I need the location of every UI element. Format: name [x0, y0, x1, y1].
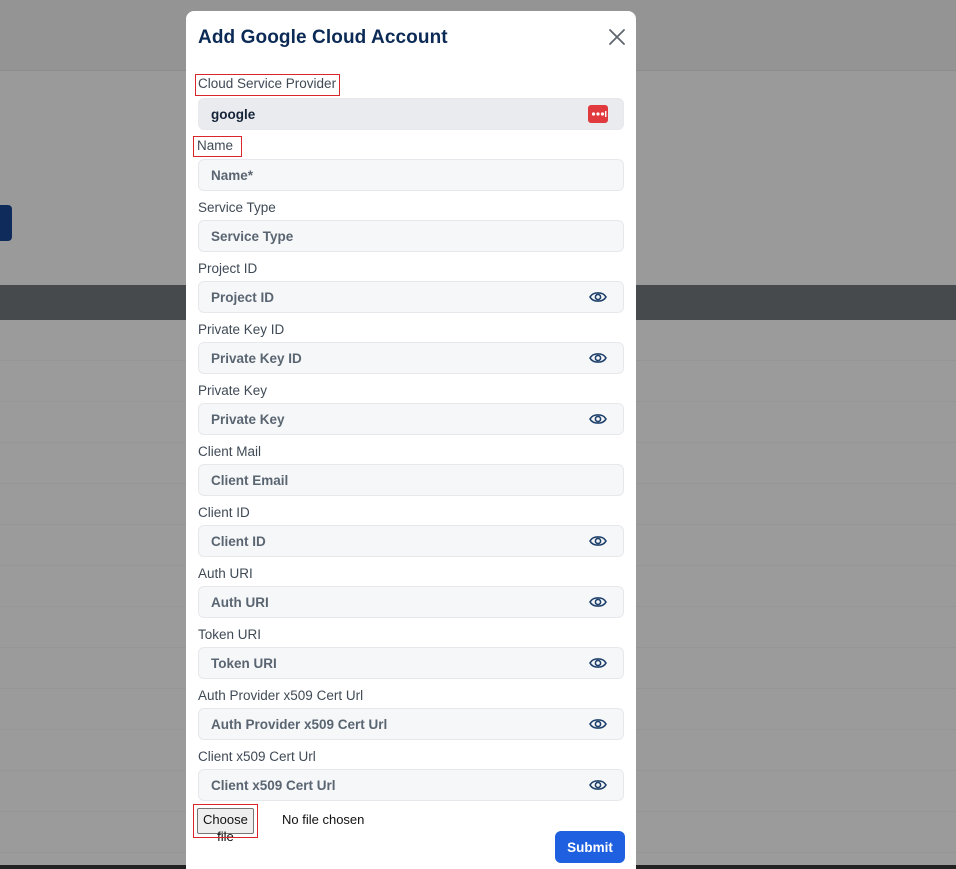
- eye-icon[interactable]: [589, 412, 607, 426]
- add-account-modal: Add Google Cloud Account Cloud Service P…: [186, 11, 636, 869]
- file-input-highlight: Choose file: [193, 804, 258, 844]
- provider-label: Cloud Service Provider: [194, 74, 341, 96]
- private-key-id-placeholder: Private Key ID: [211, 351, 302, 366]
- name-placeholder: Name*: [211, 168, 254, 183]
- project-id-input[interactable]: Project ID: [198, 281, 624, 313]
- project-id-placeholder: Project ID: [211, 290, 275, 305]
- project-id-label: Project ID: [198, 261, 258, 276]
- auth-uri-input[interactable]: Auth URI: [198, 586, 624, 618]
- client-id-input[interactable]: Client ID: [198, 525, 624, 557]
- auth-uri-label: Auth URI: [198, 566, 253, 581]
- client-mail-input[interactable]: Client Email: [198, 464, 624, 496]
- service-type-input[interactable]: Service Type: [198, 220, 624, 252]
- auth-uri-placeholder: Auth URI: [211, 595, 269, 610]
- auth-provider-cert-input[interactable]: Auth Provider x509 Cert Url: [198, 708, 624, 740]
- provider-value: google: [211, 107, 256, 122]
- eye-icon[interactable]: [589, 290, 607, 304]
- background-button: [0, 205, 12, 241]
- token-uri-label: Token URI: [198, 627, 262, 642]
- name-input[interactable]: Name*: [198, 159, 624, 191]
- provider-field[interactable]: google: [198, 98, 624, 130]
- service-type-placeholder: Service Type: [211, 229, 294, 244]
- client-mail-label: Client Mail: [198, 444, 262, 459]
- eye-icon[interactable]: [589, 717, 607, 731]
- auth-provider-cert-placeholder: Auth Provider x509 Cert Url: [211, 717, 388, 732]
- eye-icon[interactable]: [589, 778, 607, 792]
- eye-icon[interactable]: [589, 595, 607, 609]
- modal-title: Add Google Cloud Account: [198, 27, 448, 48]
- submit-button[interactable]: Submit: [555, 831, 625, 863]
- name-label: Name: [192, 136, 243, 157]
- eye-icon[interactable]: [589, 656, 607, 670]
- private-key-placeholder: Private Key: [211, 412, 285, 427]
- token-uri-input[interactable]: Token URI: [198, 647, 624, 679]
- choose-file-button[interactable]: Choose file: [197, 808, 254, 844]
- more-dots-icon[interactable]: [588, 105, 608, 123]
- client-cert-input[interactable]: Client x509 Cert Url: [198, 769, 624, 801]
- close-icon[interactable]: [607, 27, 627, 47]
- private-key-id-label: Private Key ID: [198, 322, 285, 337]
- private-key-label: Private Key: [198, 383, 268, 398]
- private-key-input[interactable]: Private Key: [198, 403, 624, 435]
- token-uri-placeholder: Token URI: [211, 656, 277, 671]
- client-cert-placeholder: Client x509 Cert Url: [211, 778, 336, 793]
- eye-icon[interactable]: [589, 351, 607, 365]
- service-type-label: Service Type: [198, 200, 276, 215]
- client-id-label: Client ID: [198, 505, 250, 520]
- client-mail-placeholder: Client Email: [211, 473, 289, 488]
- private-key-id-input[interactable]: Private Key ID: [198, 342, 624, 374]
- eye-icon[interactable]: [589, 534, 607, 548]
- auth-provider-cert-label: Auth Provider x509 Cert Url: [198, 688, 364, 703]
- client-cert-label: Client x509 Cert Url: [198, 749, 316, 764]
- file-status: No file chosen: [282, 812, 365, 827]
- client-id-placeholder: Client ID: [211, 534, 266, 549]
